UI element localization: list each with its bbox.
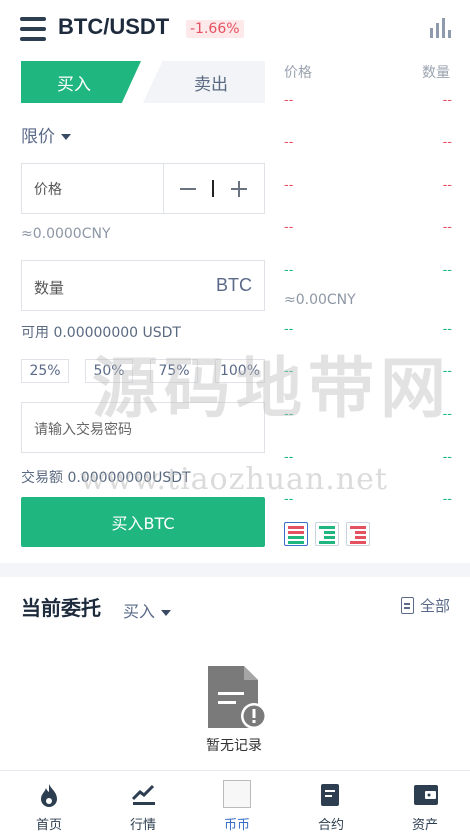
bid-qty: -- [442,492,452,507]
ask-row[interactable]: -- -- [284,220,452,236]
nav-contract-label: 合约 [317,818,344,833]
ask-row[interactable]: -- -- [284,263,452,279]
flame-icon [41,784,57,807]
quantity-unit: BTC [216,275,252,295]
buy-btc-button[interactable]: 买入BTC [21,497,265,547]
nav-market[interactable]: 行情 [96,771,190,833]
depth-mode-asks-icon[interactable] [346,522,370,546]
nav-market-label: 行情 [129,818,156,833]
percent-25-button[interactable]: 25% [21,359,69,383]
nav-assets[interactable]: 资产 [378,771,470,833]
broken-image-icon [223,780,251,808]
watermark-text: 源码地带网 [92,349,452,427]
nav-spot-label: 币币 [223,818,250,833]
all-orders-label: 全部 [420,597,451,615]
ask-qty: -- [442,263,452,278]
depth-mode-both-icon[interactable] [284,522,308,546]
contract-icon [321,784,339,806]
nav-home-label: 首页 [35,818,62,833]
orderbook-price-header: 价格 [284,65,312,81]
orderbook-qty-header: 数量 [422,65,450,81]
orderbook-cny: ≈0.00CNY [284,292,356,308]
text-cursor [212,180,214,197]
ask-price: -- [284,93,294,108]
price-label: 价格 [34,182,62,198]
current-orders-title: 当前委托 [21,596,101,620]
ask-row[interactable]: -- -- [284,93,452,109]
nav-spot[interactable]: 币币 [190,771,284,833]
market-icon [131,784,155,805]
pair-title[interactable]: BTC/USDT [58,14,169,40]
quantity-label: 数量 [34,279,65,297]
bar-chart-icon[interactable] [429,18,451,38]
orders-filter-select[interactable]: 买入 [123,598,172,622]
ask-price: -- [284,220,294,235]
ask-price: -- [284,263,294,278]
tab-sell[interactable]: 卖出 [143,61,265,103]
ask-price: -- [284,135,294,150]
menu-icon[interactable] [20,17,46,41]
divider [163,163,164,214]
minus-button[interactable] [178,178,200,200]
bottom-nav: 首页 行情 币币 合约 资产 [0,770,470,833]
order-type-label: 限价 [21,127,55,147]
nav-assets-label: 资产 [411,818,438,833]
ask-qty: -- [442,135,452,150]
orders-filter-label: 买入 [123,602,156,621]
ask-price: -- [284,178,294,193]
section-divider [0,563,470,577]
ask-row[interactable]: -- -- [284,135,452,151]
empty-text: 暂无记录 [206,738,262,754]
tab-buy[interactable]: 买入 [21,61,141,103]
empty-record-icon [208,666,267,729]
nav-contract[interactable]: 合约 [284,771,378,833]
ask-qty: -- [442,220,452,235]
ask-row[interactable]: -- -- [284,178,452,194]
order-type-select[interactable]: 限价 [21,122,71,147]
plus-button[interactable] [228,178,250,200]
ask-qty: -- [442,93,452,108]
wallet-icon [414,785,438,805]
cny-estimate: ≈0.0000CNY [21,226,111,242]
watermark-url: www.tiaozhuan.net [80,462,388,497]
ask-qty: -- [442,178,452,193]
nav-home[interactable]: 首页 [2,771,96,833]
bid-qty: -- [442,450,452,465]
caret-down-icon [161,609,172,616]
caret-down-icon [61,134,71,140]
document-icon [401,597,414,614]
change-badge: -1.66% [186,20,244,38]
all-orders-link[interactable]: 全部 [401,595,450,616]
depth-mode-bids-icon[interactable] [315,522,339,546]
